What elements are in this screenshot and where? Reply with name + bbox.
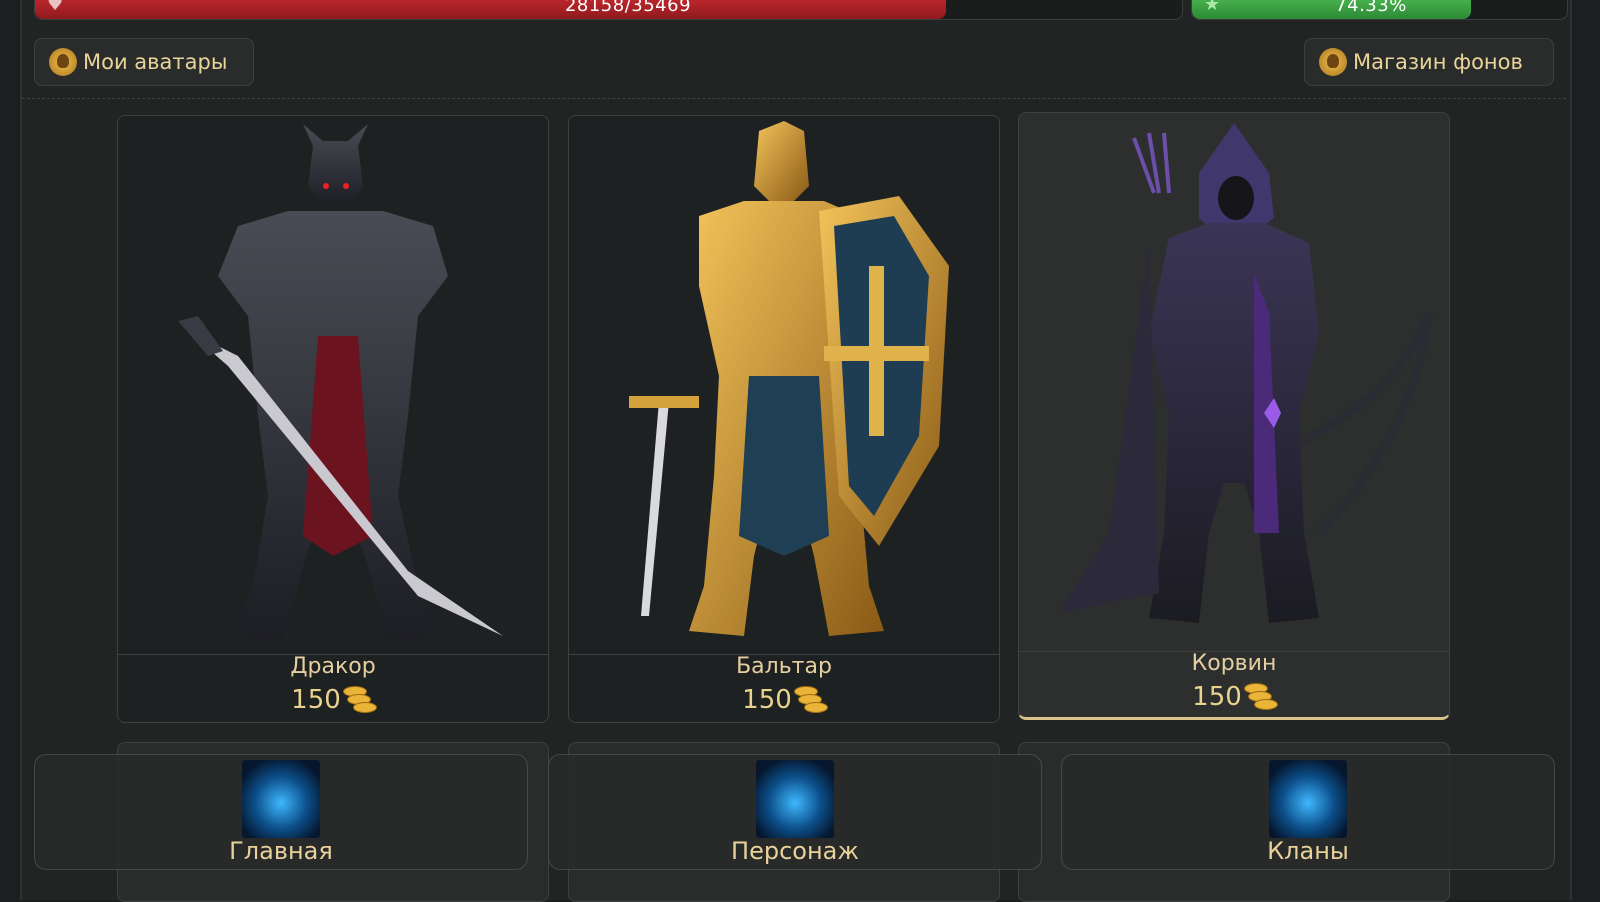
avatar-name: Бальтар bbox=[736, 654, 832, 679]
background-shop-button[interactable]: Магазин фонов bbox=[1304, 38, 1554, 86]
avatar-name: Корвин bbox=[1191, 651, 1277, 676]
nav-label: Персонаж bbox=[731, 837, 859, 865]
status-bars: ♥ 28158/35469 ★ 74.33% bbox=[34, 0, 1568, 22]
nav-tab-main[interactable]: Главная bbox=[34, 754, 528, 870]
clan-shield-icon bbox=[1269, 760, 1347, 838]
background-shop-label: Магазин фонов bbox=[1353, 50, 1523, 74]
gold-coins-icon bbox=[792, 684, 828, 714]
nav-tab-clans[interactable]: Кланы bbox=[1061, 754, 1555, 870]
experience-value: 74.33% bbox=[1335, 0, 1407, 16]
avatar-price: 150 bbox=[118, 684, 548, 715]
castle-icon bbox=[242, 760, 320, 838]
avatar-price-value: 150 bbox=[291, 685, 341, 715]
my-avatars-label: Мои аватары bbox=[83, 50, 228, 74]
nav-tab-character[interactable]: Персонаж bbox=[548, 754, 1042, 870]
avatar-price: 150 bbox=[569, 684, 999, 715]
health-bar: ♥ 28158/35469 bbox=[34, 0, 1183, 20]
header-row: Мои аватары Магазин фонов bbox=[22, 28, 1566, 99]
avatar-price-value: 150 bbox=[742, 685, 792, 715]
health-value: 28158/35469 bbox=[564, 0, 692, 16]
avatar-image-golden-knight bbox=[569, 116, 999, 655]
avatar-card[interactable]: Дракор 150 bbox=[117, 115, 549, 723]
avatar-price: 150 bbox=[1019, 681, 1449, 712]
my-avatars-button[interactable]: Мои аватары bbox=[34, 38, 254, 86]
background-shop-icon bbox=[1319, 48, 1347, 76]
avatars-icon bbox=[49, 48, 77, 76]
gold-coins-icon bbox=[1242, 681, 1278, 711]
character-icon bbox=[756, 760, 834, 838]
avatar-price-value: 150 bbox=[1192, 682, 1242, 712]
avatar-card-selected[interactable]: Корвин 150 bbox=[1018, 112, 1450, 720]
gold-coins-icon bbox=[341, 684, 377, 714]
avatar-image-hooded-archer bbox=[1019, 113, 1449, 652]
nav-label: Главная bbox=[229, 837, 333, 865]
avatar-card[interactable]: Бальтар 150 bbox=[568, 115, 1000, 723]
avatar-image-dark-knight bbox=[118, 116, 548, 655]
nav-label: Кланы bbox=[1267, 837, 1349, 865]
avatar-name: Дракор bbox=[290, 654, 376, 679]
experience-bar: ★ 74.33% bbox=[1191, 0, 1568, 20]
